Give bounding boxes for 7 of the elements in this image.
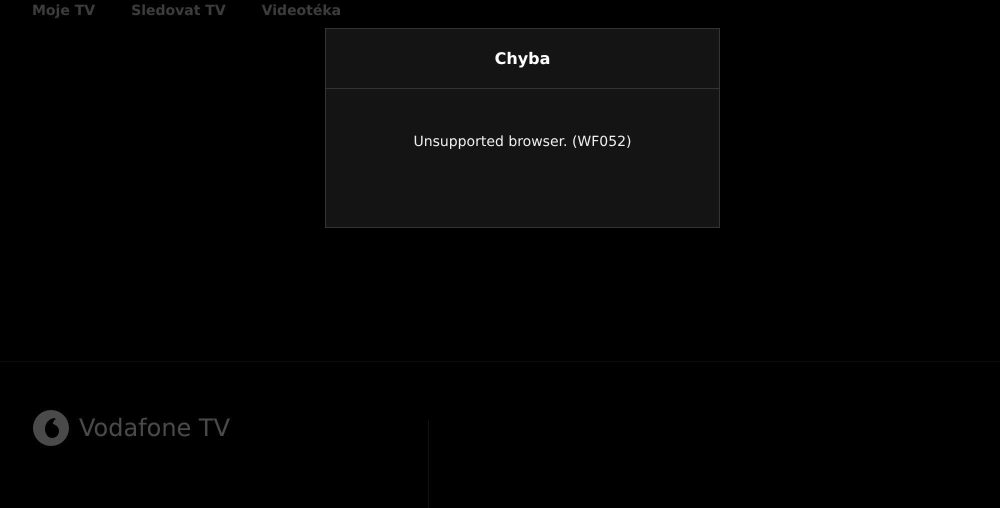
dialog-title: Chyba (326, 29, 719, 89)
nav-link[interactable]: Videotéka (262, 3, 342, 25)
error-message: Unsupported browser. (WF052) (414, 134, 632, 150)
nav-link[interactable]: Moje TV (32, 3, 96, 25)
logo-icon (33, 410, 69, 446)
nav-link[interactable]: Sledovat TV (131, 3, 226, 25)
brand-name: Vodafone TV (79, 414, 230, 442)
